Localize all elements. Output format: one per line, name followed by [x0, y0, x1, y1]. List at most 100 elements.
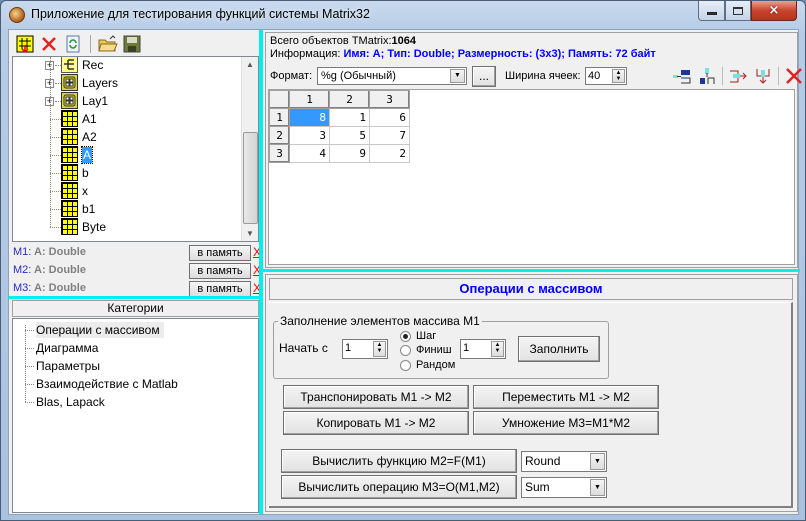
chevron-down-icon[interactable]: ▼: [590, 479, 605, 496]
calc-function-button[interactable]: Вычислить функцию M2=F(M1): [281, 449, 517, 473]
store-memory-button[interactable]: в память: [189, 245, 251, 261]
tree-item[interactable]: + Lay1: [13, 92, 238, 110]
tree-connector: [25, 366, 34, 367]
tree-item[interactable]: A2: [13, 128, 238, 146]
categories-tree[interactable]: Операции с массивом Диаграмма Параметры Вза…: [12, 318, 259, 513]
store-memory-button[interactable]: в память: [189, 263, 251, 279]
store-memory-button[interactable]: в память: [189, 281, 251, 297]
move-button[interactable]: Переместить M1 -> M2: [473, 385, 659, 409]
append-row-icon: [756, 69, 770, 84]
insert-row-button[interactable]: [697, 67, 717, 85]
insert-row-icon: [700, 68, 715, 84]
scroll-thumb[interactable]: [243, 132, 258, 224]
radio-random[interactable]: Рандом: [400, 359, 455, 371]
delete-grid-button[interactable]: [784, 67, 804, 85]
right-splitter[interactable]: [263, 269, 800, 272]
matrix-icon: [61, 182, 78, 199]
column-header[interactable]: 3: [369, 90, 410, 109]
function-select[interactable]: Round ▼: [521, 451, 607, 472]
chevron-down-icon[interactable]: ▼: [590, 453, 605, 470]
category-item[interactable]: Параметры: [36, 358, 100, 374]
maximize-button[interactable]: [725, 1, 751, 21]
matrix-cell[interactable]: 2: [369, 144, 410, 163]
tree-item[interactable]: b: [13, 164, 238, 182]
left-panel: + Rec + Layers + Lay1 A1 A2 Ab x b1 Byte ▲ ▼ M1: A: D…: [9, 30, 261, 514]
matrix-cell[interactable]: 6: [369, 108, 410, 127]
minimize-button[interactable]: [698, 1, 725, 21]
fill-group-title: Заполнение элементов массива M1: [278, 314, 482, 328]
cell-width-spinner[interactable]: 40 ▲ ▼: [585, 67, 627, 85]
row-header[interactable]: 2: [269, 126, 290, 145]
radio-finish[interactable]: Финиш: [400, 344, 452, 356]
spinner-arrows-icon[interactable]: ▲ ▼: [491, 341, 504, 357]
spinner-arrows-icon[interactable]: ▲ ▼: [612, 69, 625, 83]
close-button[interactable]: ×: [751, 1, 797, 21]
tools-separator: [722, 67, 723, 85]
total-value: 1064: [391, 35, 417, 47]
matrix-icon: [61, 128, 78, 145]
tree-scrollbar[interactable]: ▲ ▼: [241, 57, 258, 241]
row-header[interactable]: 1: [269, 108, 290, 127]
tree-connector: [25, 325, 26, 402]
matrix-cell[interactable]: 3: [289, 126, 330, 145]
total-objects: Всего объектов TMatrix:1064: [270, 35, 416, 47]
column-header[interactable]: 2: [329, 90, 370, 109]
matrix-cell[interactable]: 5: [329, 126, 370, 145]
tree-item[interactable]: A: [13, 146, 238, 164]
matrix-icon: [61, 218, 78, 235]
calc-operation-button[interactable]: Вычислить операцию M3=O(M1,M2): [281, 475, 517, 499]
object-tree[interactable]: + Rec + Layers + Lay1 A1 A2 Ab x b1 Byte ▲ ▼: [12, 56, 259, 242]
append-row-button[interactable]: [753, 67, 773, 85]
scroll-up-icon[interactable]: ▲: [246, 60, 254, 69]
operation-select[interactable]: Sum ▼: [521, 477, 607, 498]
tree-item[interactable]: x: [13, 182, 238, 200]
tree-item[interactable]: A1: [13, 110, 238, 128]
tree-item[interactable]: b1: [13, 200, 238, 218]
tree-connector: [50, 119, 61, 120]
matrix-cell[interactable]: 4: [289, 144, 330, 163]
corner-cell[interactable]: [269, 90, 290, 109]
window-title: Приложение для тестирования функций сист…: [31, 7, 370, 21]
matrix-cell[interactable]: 8: [289, 108, 330, 127]
spinner-arrows-icon[interactable]: ▲ ▼: [373, 341, 386, 357]
radio-step[interactable]: Шаг: [400, 330, 436, 342]
copy-button[interactable]: Копировать M1 -> M2: [283, 411, 469, 435]
multiply-button[interactable]: Умножение M3=M1*M2: [473, 411, 659, 435]
column-header[interactable]: 1: [289, 90, 330, 109]
category-item[interactable]: Взаимодействие с Matlab: [36, 376, 178, 392]
horizontal-splitter[interactable]: [9, 296, 259, 299]
tree-connector: [50, 137, 61, 138]
matrix-grid[interactable]: 123181623573492: [268, 89, 795, 265]
save-button[interactable]: [121, 33, 143, 55]
scroll-down-icon[interactable]: ▼: [246, 229, 254, 238]
tree-connector: [25, 402, 34, 403]
open-button[interactable]: [97, 33, 119, 55]
fill-button[interactable]: Заполнить: [518, 336, 600, 362]
category-item[interactable]: Диаграмма: [36, 340, 98, 356]
title-bar[interactable]: Приложение для тестирования функций сист…: [1, 1, 805, 29]
step-spinner[interactable]: 1 ▲ ▼: [460, 339, 506, 359]
delete-button[interactable]: [38, 33, 60, 55]
matrix-cell[interactable]: 7: [369, 126, 410, 145]
matrix-icon: [61, 110, 78, 127]
start-spinner[interactable]: 1 ▲ ▼: [342, 339, 388, 359]
transpose-button[interactable]: Транспонировать M1 -> M2: [283, 385, 469, 409]
tree-item[interactable]: Byte: [13, 218, 238, 236]
format-ellipsis-button[interactable]: ...: [472, 66, 496, 87]
tree-item[interactable]: + Layers: [13, 74, 238, 92]
chevron-down-icon[interactable]: ▼: [450, 69, 465, 83]
toolbar-separator: [90, 35, 91, 53]
record-icon: [61, 57, 78, 73]
category-item[interactable]: Blas, Lapack: [36, 394, 105, 410]
tree-item[interactable]: + Rec: [13, 57, 238, 74]
refresh-button[interactable]: [62, 33, 84, 55]
new-matrix-button[interactable]: [14, 33, 36, 55]
insert-column-button[interactable]: [672, 67, 692, 85]
format-select[interactable]: %g (Обычный) ▼: [317, 67, 467, 85]
matrix-cell[interactable]: 9: [329, 144, 370, 163]
format-label: Формат:: [270, 70, 313, 82]
append-column-button[interactable]: [728, 67, 748, 85]
category-item[interactable]: Операции с массивом: [36, 322, 164, 338]
matrix-cell[interactable]: 1: [329, 108, 370, 127]
row-header[interactable]: 3: [269, 144, 290, 163]
